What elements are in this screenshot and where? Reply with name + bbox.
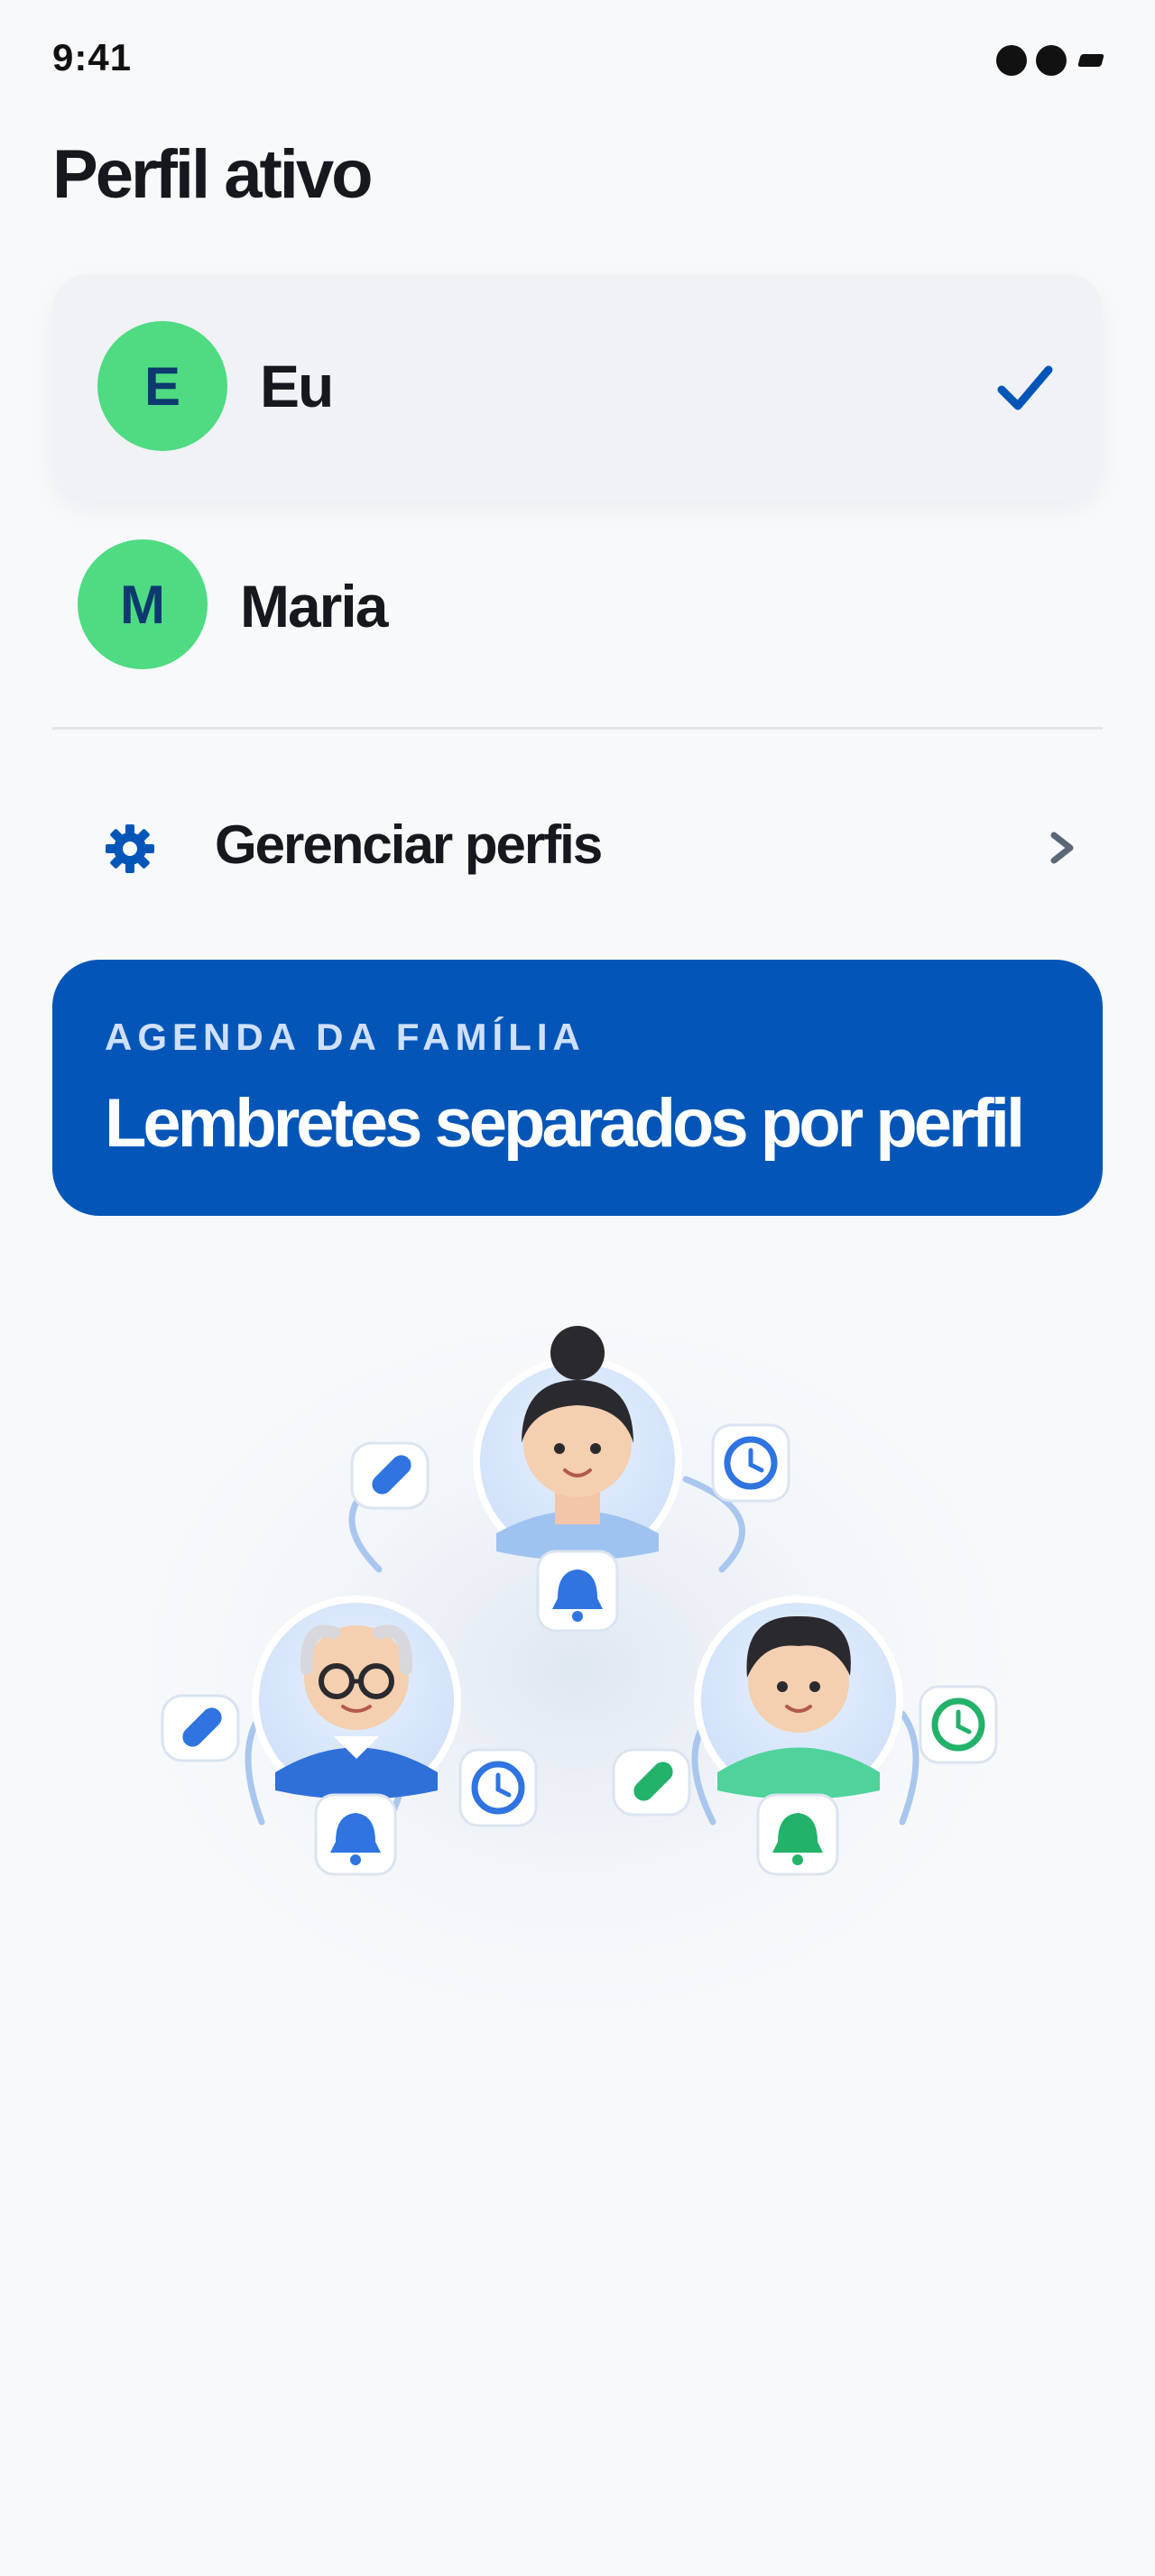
profile-item-maria[interactable] [52,523,1103,695]
manage-profiles-button[interactable]: Gerenciar perfis [52,785,1103,911]
avatar: M [78,539,208,669]
grandfather-avatar [252,1596,461,1805]
bell-icon [314,1793,397,1876]
pill-icon [350,1441,430,1510]
manage-profiles-label: Gerenciar perfis [215,814,603,875]
clock-icon [458,1748,538,1827]
checkmark-icon [997,365,1053,410]
bell-icon [536,1550,619,1633]
profile-name: Maria [240,573,388,639]
family-reminders-illustration [90,1281,1065,2056]
banner-eyebrow: AGENDA DA FAMÍLIA [105,1016,586,1058]
signal-icon [996,45,1027,76]
clock-icon [919,1685,998,1764]
banner-title: Lembretes separados por perfil [105,1085,1025,1162]
pill-icon [161,1694,240,1762]
gear-icon [106,824,154,873]
clock-icon [711,1423,790,1503]
profile-name: Eu [260,353,334,419]
chevron-right-icon [1050,832,1074,864]
pill-icon [612,1748,691,1817]
status-icons [996,45,1104,76]
wifi-icon [1036,45,1067,76]
family-agenda-banner: AGENDA DA FAMÍLIA Lembretes separados po… [52,960,1103,1216]
page-title: Perfil ativo [52,136,374,213]
status-time: 9:41 [52,36,133,78]
battery-icon [1077,54,1104,67]
status-bar: 9:41 [0,0,1155,117]
avatar: E [97,321,227,451]
divider [52,727,1103,730]
boy-avatar [694,1596,903,1805]
bell-icon [756,1793,839,1876]
